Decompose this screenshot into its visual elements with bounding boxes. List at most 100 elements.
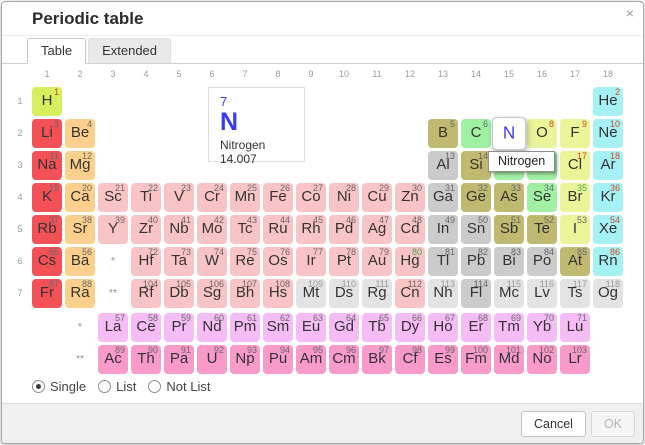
element-cell-Ir[interactable]: Ir77	[296, 247, 326, 276]
element-cell-Re[interactable]: Re75	[230, 247, 260, 276]
element-cell-Fl[interactable]: Fl114	[461, 279, 491, 308]
element-cell-Sc[interactable]: Sc21	[98, 183, 128, 212]
cancel-button[interactable]: Cancel	[521, 411, 586, 437]
radio-circle-icon[interactable]	[98, 380, 111, 393]
element-cell-Pu[interactable]: Pu94	[263, 345, 293, 374]
element-cell-N[interactable]: N	[492, 117, 526, 150]
element-cell-Ru[interactable]: Ru44	[263, 215, 293, 244]
element-cell-Na[interactable]: Na11	[32, 151, 62, 180]
element-cell-Th[interactable]: Th90	[131, 345, 161, 374]
element-cell-Ca[interactable]: Ca20	[65, 183, 95, 212]
element-cell-Og[interactable]: Og118	[593, 279, 623, 308]
element-cell-In[interactable]: In49	[428, 215, 458, 244]
element-cell-Co[interactable]: Co27	[296, 183, 326, 212]
element-cell-U[interactable]: U92	[197, 345, 227, 374]
element-cell-Rg[interactable]: Rg111	[362, 279, 392, 308]
element-cell-Cr[interactable]: Cr24	[197, 183, 227, 212]
element-cell-Am[interactable]: Am95	[296, 345, 326, 374]
element-cell-Li[interactable]: Li3	[32, 119, 62, 148]
element-cell-Fe[interactable]: Fe26	[263, 183, 293, 212]
element-cell-Bi[interactable]: Bi83	[494, 247, 524, 276]
element-cell-Bk[interactable]: Bk97	[362, 345, 392, 374]
element-cell-Bh[interactable]: Bh107	[230, 279, 260, 308]
radio-not-list[interactable]: Not List	[148, 379, 210, 394]
element-cell-Ar[interactable]: Ar18	[593, 151, 623, 180]
element-cell-Lr[interactable]: Lr103	[560, 345, 590, 374]
element-cell-Os[interactable]: Os76	[263, 247, 293, 276]
radio-circle-icon[interactable]	[32, 380, 45, 393]
element-cell-Pt[interactable]: Pt78	[329, 247, 359, 276]
element-cell-Pa[interactable]: Pa91	[164, 345, 194, 374]
element-cell-Lu[interactable]: Lu71	[560, 313, 590, 342]
element-cell-Lv[interactable]: Lv116	[527, 279, 557, 308]
element-cell-Es[interactable]: Es99	[428, 345, 458, 374]
element-cell-Ne[interactable]: Ne10	[593, 119, 623, 148]
element-cell-Nh[interactable]: Nh113	[428, 279, 458, 308]
element-cell-Sn[interactable]: Sn50	[461, 215, 491, 244]
element-cell-Br[interactable]: Br35	[560, 183, 590, 212]
element-cell-V[interactable]: V23	[164, 183, 194, 212]
element-cell-Xe[interactable]: Xe54	[593, 215, 623, 244]
element-cell-Ta[interactable]: Ta73	[164, 247, 194, 276]
element-cell-F[interactable]: F9	[560, 119, 590, 148]
element-cell-Mn[interactable]: Mn25	[230, 183, 260, 212]
element-cell-Fm[interactable]: Fm100	[461, 345, 491, 374]
element-cell-Tc[interactable]: Tc43	[230, 215, 260, 244]
element-cell-Ti[interactable]: Ti22	[131, 183, 161, 212]
element-cell-Rb[interactable]: Rb37	[32, 215, 62, 244]
element-cell-Tl[interactable]: Tl81	[428, 247, 458, 276]
element-cell-Db[interactable]: Db105	[164, 279, 194, 308]
element-cell-Cd[interactable]: Cd48	[395, 215, 425, 244]
element-cell-Ac[interactable]: Ac89	[98, 345, 128, 374]
element-cell-Md[interactable]: Md101	[494, 345, 524, 374]
element-cell-B[interactable]: B5	[428, 119, 458, 148]
element-cell-Pm[interactable]: Pm61	[230, 313, 260, 342]
tab-table[interactable]: Table	[27, 38, 86, 64]
element-cell-Ni[interactable]: Ni28	[329, 183, 359, 212]
radio-list[interactable]: List	[98, 379, 136, 394]
element-cell-Rh[interactable]: Rh45	[296, 215, 326, 244]
element-cell-Cf[interactable]: Cf98	[395, 345, 425, 374]
element-cell-C[interactable]: C6	[461, 119, 491, 148]
close-icon[interactable]: ×	[626, 6, 634, 20]
ok-button[interactable]: OK	[591, 411, 635, 437]
element-cell-Er[interactable]: Er68	[461, 313, 491, 342]
element-cell-Pb[interactable]: Pb82	[461, 247, 491, 276]
element-cell-Pd[interactable]: Pd46	[329, 215, 359, 244]
element-cell-H[interactable]: H1	[32, 87, 62, 116]
element-cell-Ba[interactable]: Ba56	[65, 247, 95, 276]
element-cell-Hf[interactable]: Hf72	[131, 247, 161, 276]
element-cell-Rf[interactable]: Rf104	[131, 279, 161, 308]
element-cell-Fr[interactable]: Fr87	[32, 279, 62, 308]
element-cell-Nb[interactable]: Nb41	[164, 215, 194, 244]
element-cell-Cu[interactable]: Cu29	[362, 183, 392, 212]
element-cell-He[interactable]: He2	[593, 87, 623, 116]
element-cell-Dy[interactable]: Dy66	[395, 313, 425, 342]
element-cell-Si[interactable]: Si14	[461, 151, 491, 180]
element-cell-Np[interactable]: Np93	[230, 345, 260, 374]
element-cell-Au[interactable]: Au79	[362, 247, 392, 276]
element-cell-Te[interactable]: Te52	[527, 215, 557, 244]
element-cell-Mc[interactable]: Mc115	[494, 279, 524, 308]
element-cell-Cl[interactable]: Cl17	[560, 151, 590, 180]
element-cell-K[interactable]: K19	[32, 183, 62, 212]
element-cell-Eu[interactable]: Eu63	[296, 313, 326, 342]
radio-circle-icon[interactable]	[148, 380, 161, 393]
element-cell-Yb[interactable]: Yb70	[527, 313, 557, 342]
radio-single[interactable]: Single	[32, 379, 86, 394]
element-cell-Po[interactable]: Po84	[527, 247, 557, 276]
element-cell-Mt[interactable]: Mt109	[296, 279, 326, 308]
element-cell-Ga[interactable]: Ga31	[428, 183, 458, 212]
element-cell-Ag[interactable]: Ag47	[362, 215, 392, 244]
element-cell-Sm[interactable]: Sm62	[263, 313, 293, 342]
element-cell-Sr[interactable]: Sr38	[65, 215, 95, 244]
element-cell-Se[interactable]: Se34	[527, 183, 557, 212]
element-cell-Nd[interactable]: Nd60	[197, 313, 227, 342]
element-cell-Mo[interactable]: Mo42	[197, 215, 227, 244]
element-cell-Hs[interactable]: Hs108	[263, 279, 293, 308]
element-cell-Zn[interactable]: Zn30	[395, 183, 425, 212]
element-cell-I[interactable]: I53	[560, 215, 590, 244]
element-cell-Ds[interactable]: Ds110	[329, 279, 359, 308]
tab-extended[interactable]: Extended	[88, 38, 171, 64]
element-cell-Gd[interactable]: Gd64	[329, 313, 359, 342]
